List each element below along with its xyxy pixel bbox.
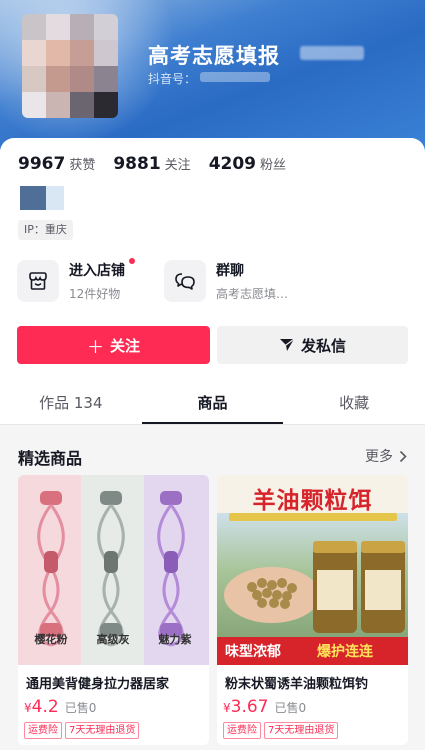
plus-icon: ＋ (86, 337, 104, 358)
stat-likes[interactable]: 9967 获赞 (18, 154, 95, 174)
currency-symbol: ¥ (24, 701, 32, 715)
group-chat-subtitle: 高考志愿填… (216, 287, 289, 301)
stat-followers[interactable]: 4209 粉丝 (209, 154, 286, 174)
more-link[interactable]: 更多 (365, 446, 407, 466)
group-chat-entry[interactable]: 群聊 高考志愿填… (164, 260, 288, 302)
profile-tabs: 作品 134 商品 收藏 (0, 388, 425, 424)
ip-location-tag: IP：重庆 (18, 220, 73, 240)
return-policy-tag: 7天无理由退货 (65, 722, 140, 739)
band-label: 高级灰 (96, 633, 130, 646)
nickname-redacted (300, 46, 364, 60)
chevron-right-icon (399, 450, 407, 462)
product-tags: 运费险 7天无理由退货 (24, 722, 142, 739)
stats-row: 9967 获赞 9881 关注 4209 粉丝 (18, 154, 304, 174)
bio-redacted-block (20, 186, 46, 210)
chat-bubbles-icon (164, 260, 206, 302)
tab-label: 作品 134 (39, 394, 103, 412)
douyin-id-label: 抖音号： (148, 72, 197, 86)
stat-following[interactable]: 9881 关注 (113, 154, 190, 174)
send-message-button[interactable]: 发私信 (217, 326, 408, 364)
products-panel: 精选商品 更多 樱花粉 高级灰 魅力紫 通用美背健身拉力器居家 ¥ 4.2 已售… (0, 425, 425, 750)
profile-card: 9967 获赞 9881 关注 4209 粉丝 IP：重庆 进入店铺 12件好物 (0, 138, 425, 750)
product-tags: 运费险 7天无理由退货 (223, 722, 341, 739)
shipping-insurance-tag: 运费险 (223, 722, 261, 739)
douyin-id-redacted (200, 72, 270, 82)
sold-count: 已售0 (64, 701, 97, 715)
shop-entry[interactable]: 进入店铺 12件好物 (17, 258, 135, 302)
currency-symbol: ¥ (223, 701, 231, 715)
bio-redacted-block (46, 186, 64, 210)
banner-slogan-left: 味型浓郁 (225, 644, 281, 660)
avatar[interactable] (22, 14, 118, 118)
tab-products[interactable]: 商品 (141, 388, 284, 424)
section-title: 精选商品 (18, 449, 83, 468)
stat-label: 关注 (164, 158, 191, 173)
nickname: 高考志愿填报 (148, 44, 280, 68)
send-arrow-icon (279, 337, 295, 353)
shop-entry-subtitle: 12件好物 (69, 287, 121, 301)
follow-button[interactable]: ＋ 关注 (17, 326, 210, 364)
band-label: 樱花粉 (34, 633, 68, 646)
tab-label: 收藏 (339, 394, 370, 412)
tab-label: 商品 (197, 394, 228, 412)
product-name: 粉末状蜀诱羊油颗粒饵钓 (225, 677, 369, 692)
stat-value: 9881 (113, 154, 161, 174)
store-icon (17, 260, 59, 302)
bio-redacted (20, 186, 64, 210)
stat-value: 9967 (18, 154, 66, 174)
product-price: ¥ 4.2 已售0 (24, 697, 96, 717)
product-image: 羊油颗粒饵 味型浓郁 爆护连连 (217, 475, 408, 665)
stat-value: 4209 (208, 154, 257, 174)
stat-label: 获赞 (69, 158, 96, 173)
banner-slogan-right: 爆护连连 (317, 644, 373, 660)
price-amount: 4.2 (31, 697, 59, 717)
notification-dot (129, 258, 135, 264)
shop-entry-text: 进入店铺 12件好物 (69, 260, 125, 302)
return-policy-tag: 7天无理由退货 (264, 722, 339, 739)
more-label: 更多 (365, 449, 393, 465)
shop-entry-title: 进入店铺 (69, 263, 125, 279)
product-card-fishing-bait[interactable]: 羊油颗粒饵 味型浓郁 爆护连连 粉末状蜀诱羊油颗粒饵钓 ¥ 3.67 已售0 运… (217, 475, 408, 745)
product-card-resistance-band[interactable]: 樱花粉 高级灰 魅力紫 通用美背健身拉力器居家 ¥ 4.2 已售0 运费险 7天… (18, 475, 209, 745)
stat-label: 粉丝 (260, 158, 287, 173)
product-name: 通用美背健身拉力器居家 (26, 677, 170, 692)
product-image: 樱花粉 高级灰 魅力紫 (18, 475, 209, 665)
product-price: ¥ 3.67 已售0 (223, 697, 306, 717)
sold-count: 已售0 (274, 701, 307, 715)
follow-label: 关注 (109, 336, 140, 355)
shipping-insurance-tag: 运费险 (24, 722, 62, 739)
profile-header: 高考志愿填报 抖音号： (0, 0, 425, 150)
bait-graphic (217, 541, 408, 665)
group-chat-text: 群聊 高考志愿填… (216, 260, 288, 302)
send-message-label: 发私信 (300, 336, 346, 355)
group-chat-title: 群聊 (216, 263, 244, 279)
tab-works[interactable]: 作品 134 (0, 388, 142, 424)
band-label: 魅力紫 (158, 633, 192, 646)
tab-favorites[interactable]: 收藏 (283, 388, 425, 424)
price-amount: 3.67 (230, 697, 269, 717)
